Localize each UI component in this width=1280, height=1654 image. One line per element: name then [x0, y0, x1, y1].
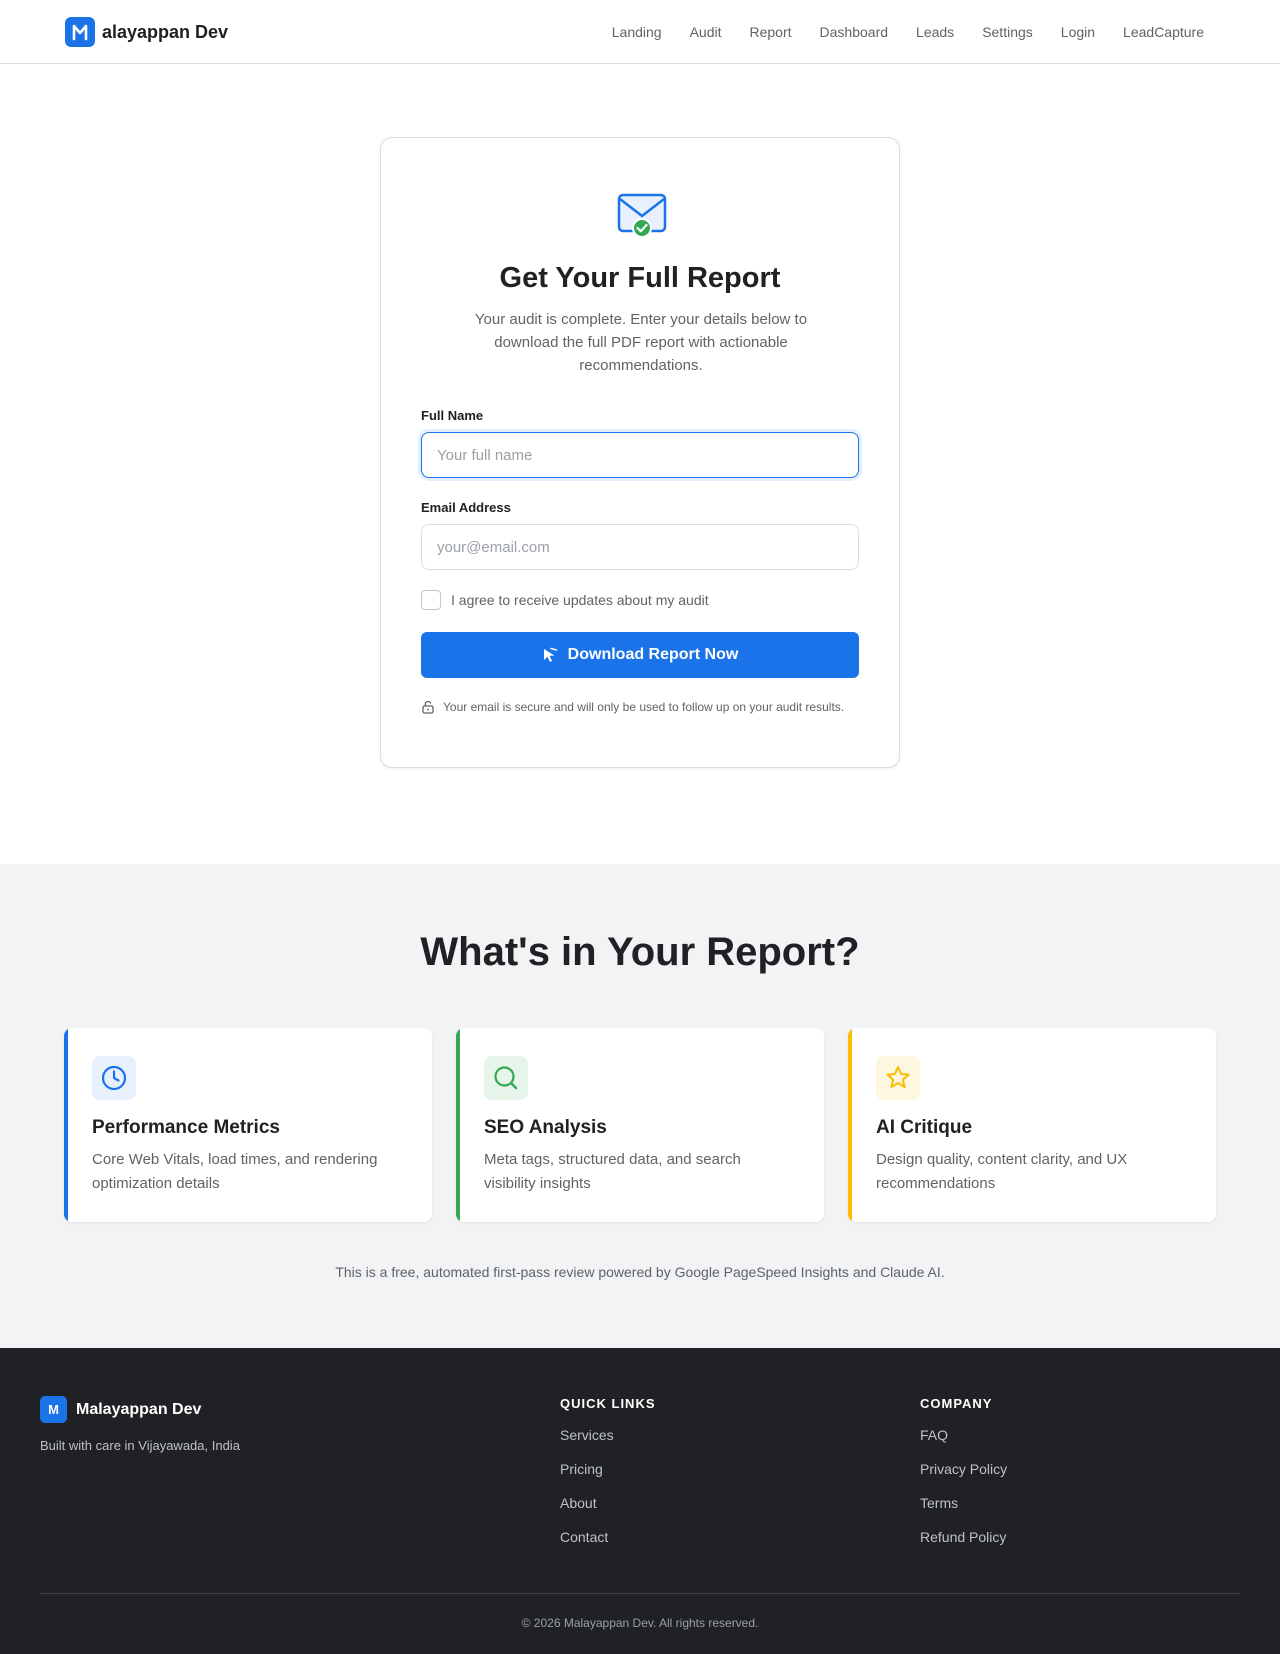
nav-audit[interactable]: Audit	[690, 24, 722, 40]
feature-title: Performance Metrics	[92, 1117, 280, 1138]
lead-capture-card: Get Your Full Report Your audit is compl…	[380, 137, 900, 768]
footer-link-about[interactable]: About	[560, 1493, 656, 1513]
feature-card-seo: SEO Analysis Meta tags, structured data,…	[456, 1028, 824, 1222]
feature-title: AI Critique	[876, 1117, 973, 1138]
email-input[interactable]	[421, 524, 859, 570]
footer-link-contact[interactable]: Contact	[560, 1527, 656, 1547]
nav-landing[interactable]: Landing	[612, 24, 662, 40]
site-footer: M Malayappan Dev Built with care in Vija…	[0, 1348, 1280, 1654]
consent-label[interactable]: I agree to receive updates about my audi…	[451, 592, 709, 608]
lock-icon	[422, 700, 434, 714]
features-title: What's in Your Report?	[420, 930, 860, 974]
mail-check-icon	[616, 192, 668, 238]
feature-accent	[456, 1028, 460, 1222]
nav-report[interactable]: Report	[750, 24, 792, 40]
full-name-label: Full Name	[421, 408, 484, 423]
star-icon	[876, 1056, 920, 1100]
brand[interactable]: alayappan Dev	[65, 17, 228, 47]
feature-accent	[848, 1028, 852, 1222]
footer-company-title: COMPANY	[920, 1396, 993, 1411]
brand-logo-icon	[65, 17, 95, 47]
nav-settings[interactable]: Settings	[982, 24, 1033, 40]
footer-link-faq[interactable]: FAQ	[920, 1425, 1007, 1445]
download-report-label: Download Report Now	[567, 646, 739, 663]
secure-note: Your email is secure and will only be us…	[421, 700, 844, 714]
form-title: Get Your Full Report	[499, 262, 781, 294]
nav-leads[interactable]: Leads	[916, 24, 954, 40]
form-subtitle: Your audit is complete. Enter your detai…	[474, 311, 808, 374]
footer-link-refund[interactable]: Refund Policy	[920, 1527, 1007, 1547]
feature-accent	[64, 1028, 68, 1222]
footer-copyright: © 2026 Malayappan Dev. All rights reserv…	[521, 1616, 759, 1630]
search-icon	[484, 1056, 528, 1100]
report-features-section: What's in Your Report? Performance Metri…	[0, 864, 1280, 1348]
features-disclaimer: This is a free, automated first-pass rev…	[335, 1264, 945, 1280]
footer-brand-name: Malayappan Dev	[76, 1400, 202, 1418]
footer-company: COMPANY FAQ Privacy Policy Terms Refund …	[920, 1396, 1007, 1561]
footer-brand[interactable]: M Malayappan Dev	[40, 1396, 201, 1423]
footer-logo-icon: M	[40, 1396, 67, 1423]
footer-quick-links: QUICK LINKS Services Pricing About Conta…	[560, 1396, 656, 1561]
nav-login[interactable]: Login	[1061, 24, 1095, 40]
footer-link-privacy[interactable]: Privacy Policy	[920, 1459, 1007, 1479]
feature-title: SEO Analysis	[484, 1117, 607, 1138]
brand-name: alayappan Dev	[102, 21, 229, 42]
footer-tagline: Built with care in Vijayawada, India	[40, 1438, 240, 1453]
footer-quick-links-title: QUICK LINKS	[560, 1396, 656, 1411]
clock-icon	[92, 1056, 136, 1100]
feature-card-ai-critique: AI Critique Design quality, content clar…	[848, 1028, 1216, 1222]
feature-card-performance: Performance Metrics Core Web Vitals, loa…	[64, 1028, 432, 1222]
cursor-click-icon	[543, 647, 557, 662]
consent-checkbox[interactable]	[421, 590, 441, 610]
site-header: alayappan Dev Landing Audit Report Dashb…	[0, 0, 1280, 64]
footer-link-pricing[interactable]: Pricing	[560, 1459, 656, 1479]
main-nav: Landing Audit Report Dashboard Leads Set…	[612, 0, 1204, 63]
feature-description: Core Web Vitals, load times, and renderi…	[92, 1151, 378, 1192]
feature-description: Design quality, content clarity, and UX …	[876, 1151, 1128, 1192]
footer-link-terms[interactable]: Terms	[920, 1493, 1007, 1513]
secure-note-text: Your email is secure and will only be us…	[443, 700, 845, 714]
footer-link-services[interactable]: Services	[560, 1425, 656, 1445]
nav-dashboard[interactable]: Dashboard	[820, 24, 889, 40]
nav-leadcapture[interactable]: LeadCapture	[1123, 24, 1204, 40]
email-label: Email Address	[421, 500, 511, 515]
feature-description: Meta tags, structured data, and search v…	[484, 1151, 741, 1192]
footer-divider	[40, 1593, 1240, 1594]
download-report-button[interactable]: Download Report Now	[421, 632, 859, 678]
full-name-input[interactable]	[421, 432, 859, 478]
